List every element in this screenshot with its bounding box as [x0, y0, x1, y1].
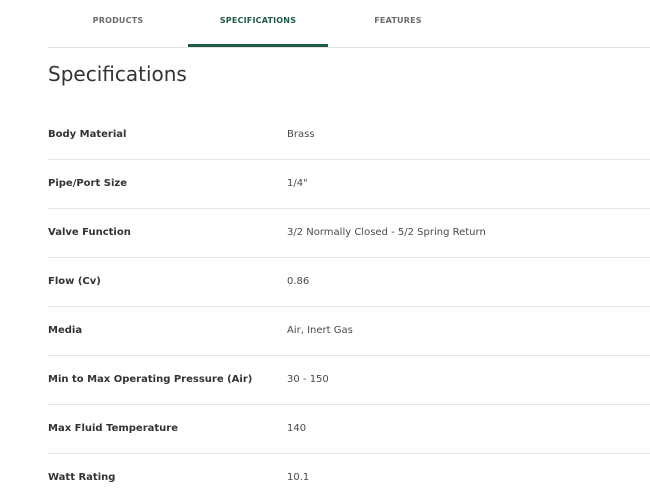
spec-label: Body Material	[48, 129, 127, 140]
spec-row-watt-rating: Watt Rating 10.1	[48, 454, 650, 502]
spec-value: 3/2 Normally Closed - 5/2 Spring Return	[287, 227, 486, 238]
spec-label: Max Fluid Temperature	[48, 423, 179, 434]
spec-value: 140	[287, 423, 307, 434]
spec-label: Pipe/Port Size	[48, 178, 127, 189]
spec-value: Air, Inert Gas	[287, 325, 353, 336]
spec-row-pipe-port-size: Pipe/Port Size 1/4"	[48, 160, 650, 209]
spec-value: Brass	[287, 129, 315, 140]
spec-label: Valve Function	[48, 227, 131, 238]
spec-row-media: Media Air, Inert Gas	[48, 307, 650, 356]
spec-row-operating-pressure: Min to Max Operating Pressure (Air) 30 -…	[48, 356, 650, 405]
spec-label: Watt Rating	[48, 472, 116, 483]
tab-specifications[interactable]: SPECIFICATIONS	[188, 0, 328, 47]
spec-row-max-fluid-temperature: Max Fluid Temperature 140	[48, 405, 650, 454]
spec-value: 1/4"	[287, 178, 308, 189]
spec-label: Min to Max Operating Pressure (Air)	[48, 374, 253, 385]
tab-features[interactable]: FEATURES	[328, 0, 468, 44]
product-tabs: PRODUCTS SPECIFICATIONS FEATURES	[48, 0, 650, 48]
spec-row-valve-function: Valve Function 3/2 Normally Closed - 5/2…	[48, 209, 650, 258]
specifications-table: Body Material Brass Pipe/Port Size 1/4" …	[48, 111, 650, 502]
tab-products[interactable]: PRODUCTS	[48, 0, 188, 44]
section-title: Specifications	[48, 62, 187, 86]
spec-row-flow-cv: Flow (Cv) 0.86	[48, 258, 650, 307]
spec-label: Media	[48, 325, 83, 336]
spec-label: Flow (Cv)	[48, 276, 101, 287]
spec-value: 10.1	[287, 472, 310, 483]
spec-row-body-material: Body Material Brass	[48, 111, 650, 160]
spec-value: 0.86	[287, 276, 310, 287]
spec-value: 30 - 150	[287, 374, 329, 385]
